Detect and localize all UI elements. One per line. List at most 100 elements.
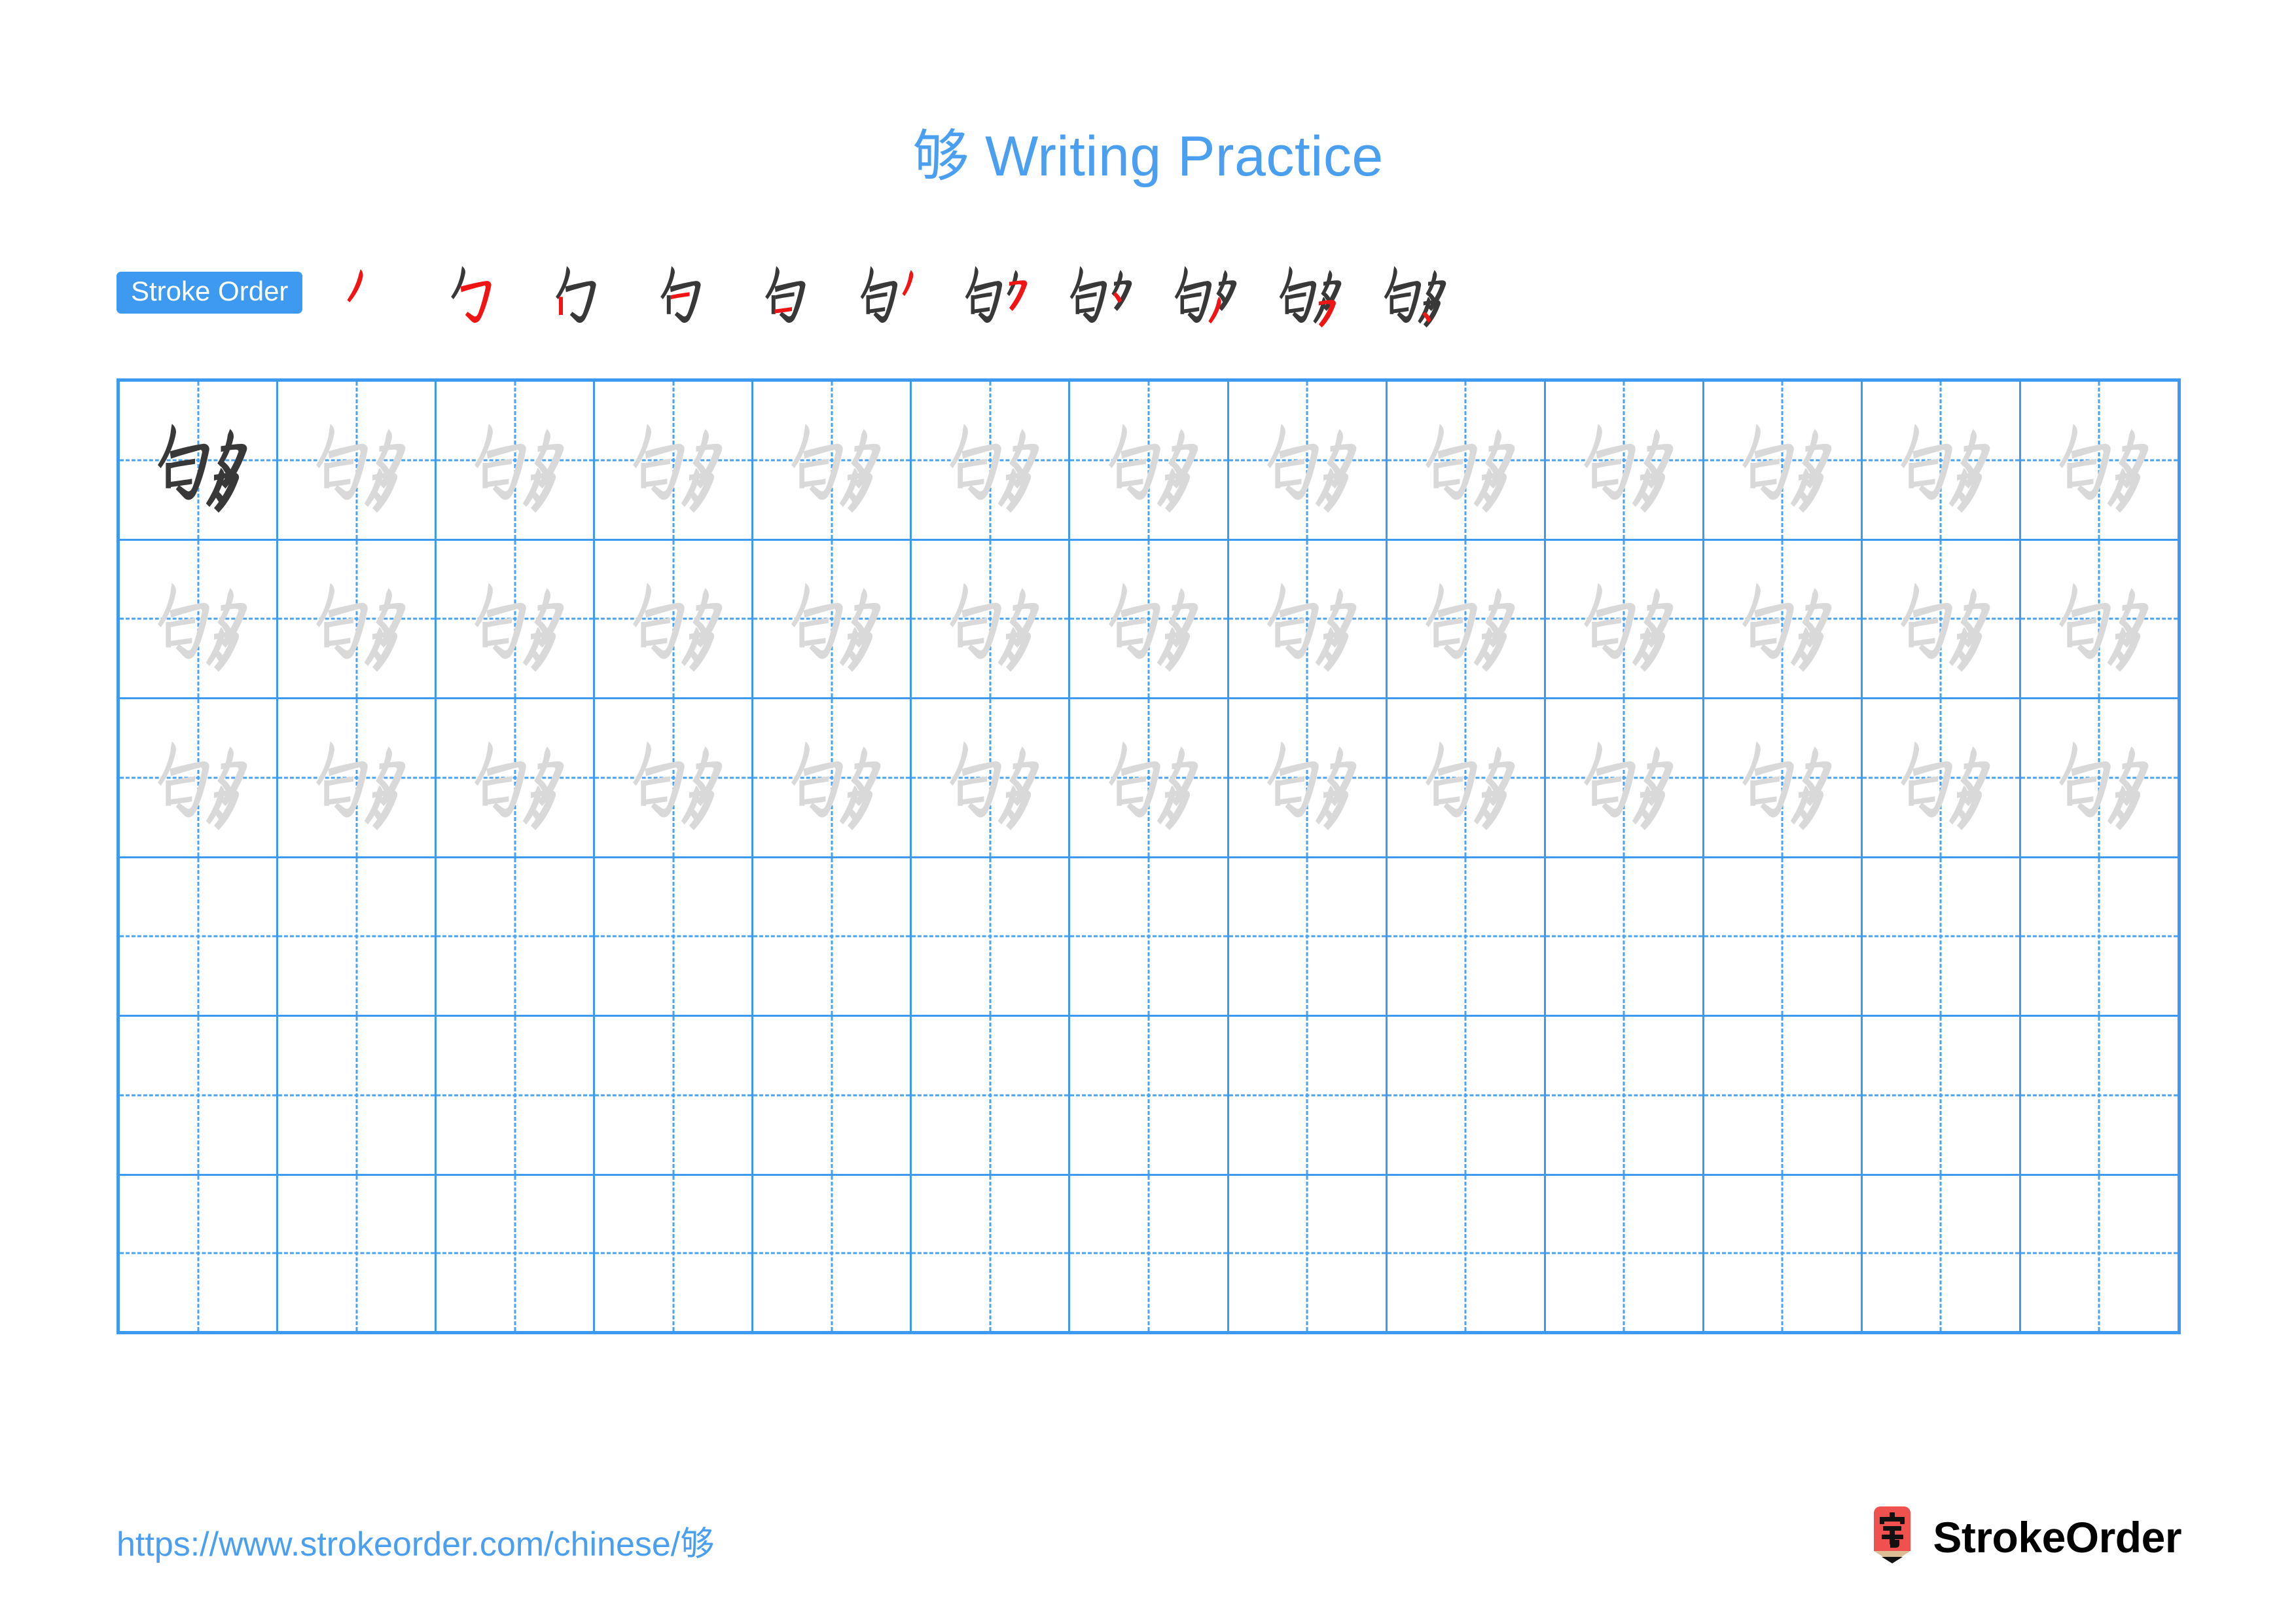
practice-cell[interactable] [1704,1175,1863,1334]
practice-cell[interactable] [1387,1017,1546,1176]
practice-cell[interactable] [120,382,279,541]
practice-cell[interactable] [1229,1175,1388,1334]
practice-cell[interactable] [1387,540,1546,699]
practice-cell[interactable] [437,858,596,1017]
practice-cell[interactable] [2020,1175,2181,1334]
practice-cell[interactable] [120,699,279,858]
practice-cell[interactable] [1545,1175,1704,1334]
pencil-logo-icon [1874,1506,1911,1563]
footer-url[interactable]: https://www.strokeorder.com/chinese/够 [117,1516,714,1565]
practice-cell[interactable] [1387,1175,1546,1334]
practice-cell[interactable] [1862,540,2021,699]
practice-character-trace [1704,699,1861,856]
stroke-step-7 [941,252,1046,331]
practice-cell[interactable] [595,1175,754,1334]
practice-cell[interactable] [1704,699,1863,858]
practice-character-trace [278,541,435,698]
practice-character-trace [2021,541,2178,698]
practice-character-trace [437,382,593,539]
practice-cell[interactable] [753,858,912,1017]
practice-cell[interactable] [437,382,596,541]
practice-cell[interactable] [2020,858,2181,1017]
practice-cell[interactable] [912,382,1071,541]
page-title-character: 够 [912,124,969,189]
practice-cell[interactable] [1704,382,1863,541]
practice-cell[interactable] [595,699,754,858]
practice-cell[interactable] [1387,858,1546,1017]
practice-cell[interactable] [1862,1017,2021,1176]
practice-cell[interactable] [1229,858,1388,1017]
practice-cell[interactable] [595,858,754,1017]
practice-cell[interactable] [1229,540,1388,699]
brand-logo[interactable]: StrokeOrder [1869,1501,2181,1574]
practice-cell[interactable] [595,1017,754,1176]
stroke-order-section: Stroke Order [117,252,1465,331]
practice-cell[interactable] [912,1017,1071,1176]
practice-cell[interactable] [595,382,754,541]
practice-cell[interactable] [912,1175,1071,1334]
practice-cell[interactable] [753,699,912,858]
practice-cell[interactable] [753,1017,912,1176]
practice-cell[interactable] [437,1175,596,1334]
practice-cell[interactable] [1545,699,1704,858]
practice-cell[interactable] [2020,699,2181,858]
practice-cell[interactable] [1070,540,1229,699]
practice-character-trace [437,541,593,698]
practice-character-trace [753,382,910,539]
stroke-step-1 [313,252,418,331]
practice-cell[interactable] [437,540,596,699]
practice-cell[interactable] [1862,858,2021,1017]
practice-cell[interactable] [595,540,754,699]
practice-cell[interactable] [2020,382,2181,541]
practice-cell[interactable] [912,540,1071,699]
practice-cell[interactable] [1070,1175,1229,1334]
practice-cell[interactable] [278,1175,437,1334]
practice-cell[interactable] [1545,858,1704,1017]
practice-cell[interactable] [437,699,596,858]
practice-character-trace [120,541,276,698]
practice-cell[interactable] [912,858,1071,1017]
practice-character-trace [1863,699,2019,856]
practice-grid [117,378,2181,1334]
practice-character-trace [278,382,435,539]
practice-cell[interactable] [278,1017,437,1176]
practice-grid-row [120,1017,2181,1176]
practice-cell[interactable] [1387,382,1546,541]
stroke-step-9 [1151,252,1255,331]
practice-cell[interactable] [753,382,912,541]
practice-cell[interactable] [912,699,1071,858]
practice-cell[interactable] [278,540,437,699]
practice-cell[interactable] [1862,382,2021,541]
practice-cell[interactable] [437,1017,596,1176]
practice-cell[interactable] [278,858,437,1017]
practice-cell[interactable] [1862,1175,2021,1334]
practice-grid-row [120,540,2181,699]
practice-cell[interactable] [753,540,912,699]
practice-cell[interactable] [1229,1017,1388,1176]
practice-cell[interactable] [1545,540,1704,699]
practice-cell[interactable] [1862,699,2021,858]
practice-cell[interactable] [1070,858,1229,1017]
practice-cell[interactable] [120,1175,279,1334]
practice-character-trace [2021,699,2178,856]
practice-cell[interactable] [120,540,279,699]
practice-cell[interactable] [1545,382,1704,541]
practice-cell[interactable] [1070,1017,1229,1176]
practice-cell[interactable] [2020,540,2181,699]
practice-cell[interactable] [1070,699,1229,858]
practice-cell[interactable] [120,1017,279,1176]
practice-cell[interactable] [1545,1017,1704,1176]
practice-cell[interactable] [278,699,437,858]
practice-cell[interactable] [1387,699,1546,858]
practice-cell[interactable] [1704,540,1863,699]
practice-cell[interactable] [1229,382,1388,541]
practice-cell[interactable] [2020,1017,2181,1176]
practice-cell[interactable] [1229,699,1388,858]
practice-cell[interactable] [120,858,279,1017]
practice-cell[interactable] [1704,858,1863,1017]
practice-cell[interactable] [1704,1017,1863,1176]
practice-cell[interactable] [1070,382,1229,541]
footer-url-prefix: https://www.strokeorder.com/chinese/ [117,1525,681,1563]
practice-cell[interactable] [278,382,437,541]
practice-cell[interactable] [753,1175,912,1334]
